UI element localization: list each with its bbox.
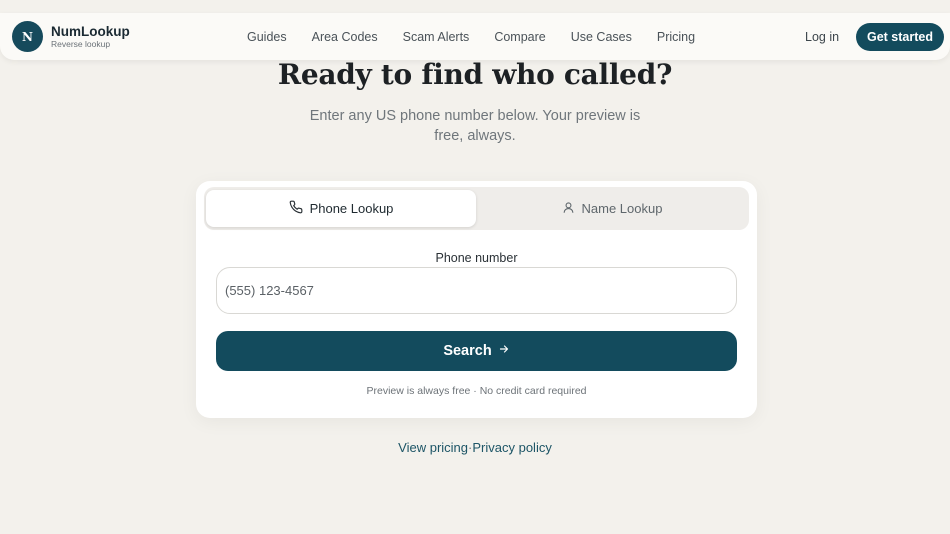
nav-item-use-cases[interactable]: Use Cases xyxy=(571,30,632,44)
tab-label: Name Lookup xyxy=(581,201,663,216)
search-card: Phone Lookup Name Lookup Phone number Se… xyxy=(196,181,757,418)
search-button-label: Search xyxy=(443,343,492,359)
tab-name-lookup[interactable]: Name Lookup xyxy=(477,190,747,227)
footer-links: View pricing·Privacy policy xyxy=(0,440,950,455)
page: N NumLookup Reverse lookup Guides Area C… xyxy=(0,0,950,534)
main-nav: Guides Area Codes Scam Alerts Compare Us… xyxy=(247,30,720,44)
brand-name: NumLookup xyxy=(51,23,130,39)
nav-item-pricing[interactable]: Pricing xyxy=(657,30,695,44)
phone-icon xyxy=(289,200,310,217)
page-subtitle: Enter any US phone number below. Your pr… xyxy=(309,108,641,144)
privacy-policy-link[interactable]: Privacy policy xyxy=(472,440,551,455)
view-pricing-link[interactable]: View pricing xyxy=(398,440,468,455)
brand[interactable]: N NumLookup Reverse lookup xyxy=(12,21,130,52)
brand-tagline: Reverse lookup xyxy=(51,39,111,49)
phone-number-label: Phone number xyxy=(435,251,518,265)
nav-item-scam-alerts[interactable]: Scam Alerts xyxy=(403,30,470,44)
person-icon xyxy=(562,201,582,217)
brand-logo: N xyxy=(12,21,43,52)
login-link[interactable]: Log in xyxy=(805,30,839,44)
page-title: Ready to find who called? xyxy=(277,58,673,91)
nav-item-guides[interactable]: Guides xyxy=(247,30,287,44)
arrow-right-icon xyxy=(498,343,510,359)
phone-number-input[interactable] xyxy=(216,267,737,314)
tab-phone-lookup[interactable]: Phone Lookup xyxy=(206,190,476,227)
tab-label: Phone Lookup xyxy=(309,201,394,216)
search-button[interactable]: Search xyxy=(216,331,737,371)
nav-item-area-codes[interactable]: Area Codes xyxy=(312,30,378,44)
brand-text: NumLookup Reverse lookup xyxy=(51,23,130,49)
lookup-tabs: Phone Lookup Name Lookup xyxy=(204,187,749,230)
nav-item-compare[interactable]: Compare xyxy=(494,30,545,44)
free-preview-note: Preview is always free · No credit card … xyxy=(366,385,587,397)
get-started-button[interactable]: Get started xyxy=(856,23,944,51)
top-nav-bar: N NumLookup Reverse lookup Guides Area C… xyxy=(0,13,950,60)
